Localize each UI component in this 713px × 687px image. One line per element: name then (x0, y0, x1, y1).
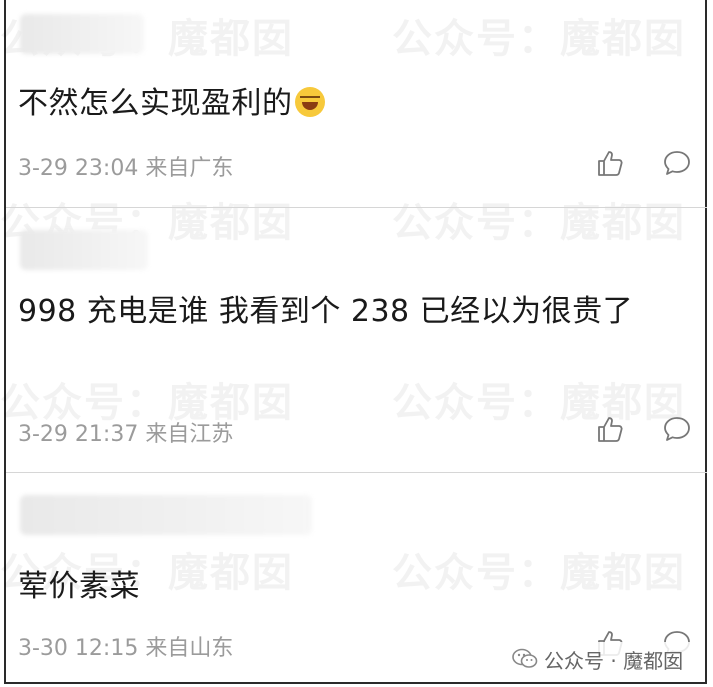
comment-location: 来自广东 (145, 156, 234, 181)
comment-icon[interactable] (662, 414, 692, 444)
blurred-username (20, 230, 148, 270)
comment-date: 3-29 21:37 (18, 422, 139, 447)
blurred-username (20, 495, 312, 535)
comment-meta: 3-29 23:04 来自广东 (18, 150, 233, 182)
thumbs-up-icon[interactable] (596, 414, 626, 444)
comment-meta: 3-30 12:15 来自山东 (18, 630, 233, 662)
account-badge-text: 公众号 · 魔都囡 (544, 648, 684, 673)
comment-text: 不然怎么实现盈利的 (18, 82, 325, 126)
comment-item: 不然怎么实现盈利的 3-29 23:04 来自广东 (6, 0, 707, 207)
thumbs-up-icon[interactable] (596, 148, 626, 178)
comment-text: 998 充电是谁 我看到个 238 已经以为很贵了 (18, 294, 634, 329)
comment-meta: 3-29 21:37 来自江苏 (18, 416, 233, 448)
comment-text: 荤价素菜 (18, 569, 140, 604)
comment-date: 3-30 12:15 (18, 636, 139, 661)
comment-item: 998 充电是谁 我看到个 238 已经以为很贵了 3-29 21:37 来自江… (6, 208, 707, 472)
comment-location: 来自江苏 (145, 422, 234, 447)
blurred-username (20, 14, 144, 54)
comment-location: 来自山东 (145, 636, 234, 661)
tears-of-joy-emoji-icon (294, 87, 325, 117)
account-badge: 公众号 · 魔都囡 (512, 642, 698, 676)
comment-date: 3-29 23:04 (18, 156, 139, 181)
comment-icon[interactable] (662, 148, 692, 178)
wechat-icon (512, 648, 538, 668)
